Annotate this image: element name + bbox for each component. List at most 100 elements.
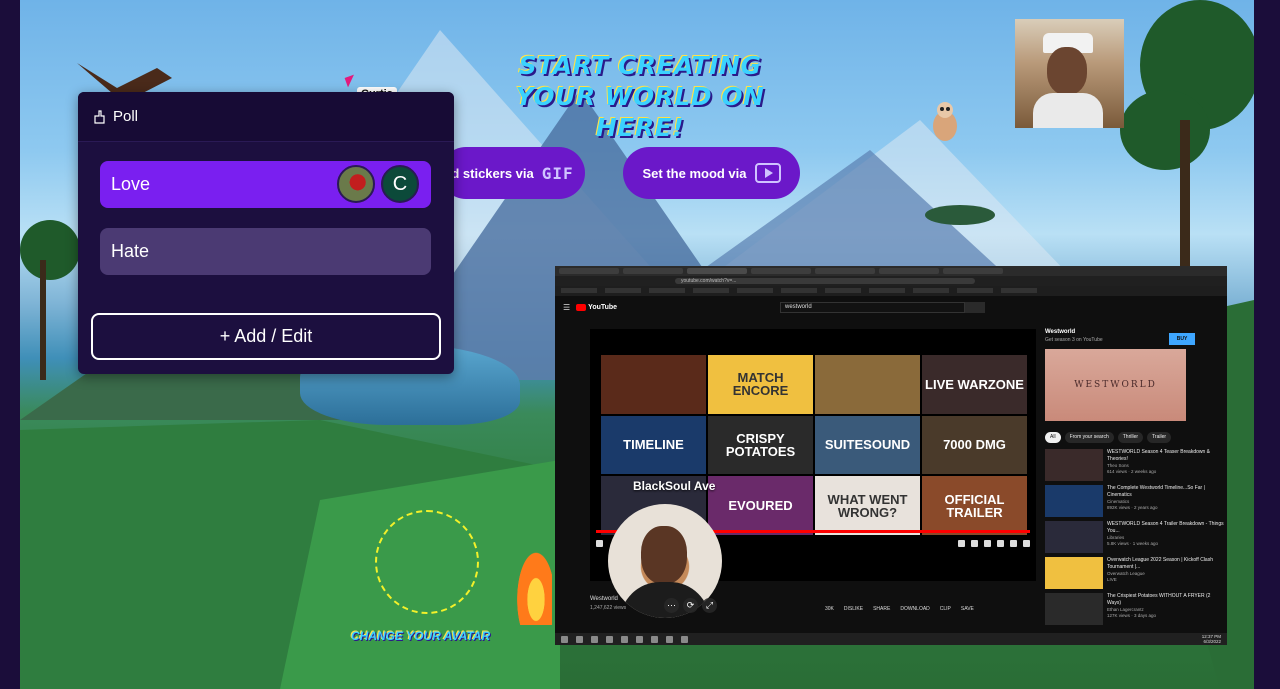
bookmark[interactable] xyxy=(693,288,729,293)
browser-url[interactable]: youtube.com/watch?v=... xyxy=(675,278,975,284)
character-sprite-icon[interactable] xyxy=(925,98,965,153)
expand-icon[interactable]: ⤢ xyxy=(702,598,717,613)
browser-urlbar[interactable]: youtube.com/watch?v=... xyxy=(555,276,1227,286)
bookmark[interactable] xyxy=(781,288,817,293)
headline: START CREATING YOUR WORLD ON HERE! xyxy=(515,51,765,142)
video-thumbnail[interactable]: TIMELINE xyxy=(601,415,706,475)
share-button[interactable]: SHARE xyxy=(873,606,890,612)
recommendation-title[interactable]: The Complete Westworld Timeline...So Far… xyxy=(1107,485,1225,499)
poll-option-love[interactable]: Love C xyxy=(100,161,431,208)
video-thumbnail[interactable] xyxy=(815,355,920,414)
bookmark[interactable] xyxy=(957,288,993,293)
chip-all[interactable]: All xyxy=(1045,432,1061,443)
chip-thriller[interactable]: Thriller xyxy=(1117,432,1144,443)
buy-button[interactable]: BUY xyxy=(1169,333,1195,345)
app-icon[interactable] xyxy=(621,635,628,643)
tree xyxy=(1120,90,1210,170)
browser-tab[interactable] xyxy=(815,268,875,274)
recommendation-title[interactable]: The Crispiest Potatoes WITHOUT A FRYER (… xyxy=(1107,593,1225,607)
recommendation-item[interactable]: Overwatch League 2022 Season | Kickoff C… xyxy=(1045,557,1225,589)
app-icon[interactable] xyxy=(651,635,658,643)
change-avatar-label[interactable]: CHANGE YOUR AVATAR xyxy=(351,629,490,643)
bookmark[interactable] xyxy=(561,288,597,293)
clip-button[interactable]: CLIP xyxy=(940,606,951,612)
like-button[interactable]: 30K xyxy=(825,606,834,612)
miniplayer-icon[interactable] xyxy=(997,539,1004,547)
chip-from-search[interactable]: From your search xyxy=(1064,432,1114,443)
bookmark[interactable] xyxy=(869,288,905,293)
app-icon[interactable] xyxy=(636,635,643,643)
chip-trailer[interactable]: Trailer xyxy=(1147,432,1172,443)
recommendation-item[interactable]: The Crispiest Potatoes WITHOUT A FRYER (… xyxy=(1045,593,1225,625)
bookmark[interactable] xyxy=(649,288,685,293)
save-button[interactable]: SAVE xyxy=(961,606,974,612)
recommendation-title[interactable]: Overwatch League 2022 Season | Kickoff C… xyxy=(1107,557,1225,571)
avatar-ring[interactable] xyxy=(375,510,479,614)
recommendation-title[interactable]: WESTWORLD Season 4 Teaser Breakdown & Th… xyxy=(1107,449,1225,463)
set-mood-button[interactable]: Set the mood via xyxy=(623,147,800,199)
recommendation-item[interactable]: WESTWORLD Season 4 Teaser Breakdown & Th… xyxy=(1045,449,1225,481)
video-thumbnail[interactable]: MATCH ENCORE xyxy=(708,355,813,414)
captions-icon[interactable] xyxy=(971,539,978,547)
campfire-icon[interactable] xyxy=(512,540,552,625)
video-thumbnail[interactable]: 7000 DMG xyxy=(922,415,1027,475)
browser-tabbar[interactable] xyxy=(555,266,1227,276)
browser-tab[interactable] xyxy=(687,268,747,274)
download-button[interactable]: DOWNLOAD xyxy=(900,606,929,612)
youtube-logo[interactable]: YouTube xyxy=(576,303,617,311)
app-icon[interactable] xyxy=(606,635,613,643)
recommendation-item[interactable]: WESTWORLD Season 4 Trailer Breakdown - T… xyxy=(1045,521,1225,553)
chrome-icon[interactable] xyxy=(681,635,688,643)
bookmark[interactable] xyxy=(605,288,641,293)
fullscreen-icon[interactable] xyxy=(1023,539,1030,547)
browser-tab[interactable] xyxy=(879,268,939,274)
autoplay-toggle[interactable] xyxy=(958,539,965,547)
recommendation-thumbnail[interactable] xyxy=(1045,449,1103,481)
poll-option-hate[interactable]: Hate xyxy=(100,228,431,275)
bookmark[interactable] xyxy=(1001,288,1037,293)
webcam-head xyxy=(641,526,687,584)
recommendation-thumbnail[interactable] xyxy=(1045,521,1103,553)
video-thumbnail[interactable]: LIVE WARZONE xyxy=(922,355,1027,414)
app-icon[interactable] xyxy=(666,635,673,643)
video-thumbnail[interactable] xyxy=(601,355,706,414)
bookmark[interactable] xyxy=(737,288,773,293)
dislike-button[interactable]: DISLIKE xyxy=(844,606,863,612)
channel-title[interactable]: Westworld xyxy=(1045,329,1225,335)
recommendation-info: Overwatch League 2022 Season | Kickoff C… xyxy=(1107,557,1225,589)
recommendation-thumbnail[interactable] xyxy=(1045,593,1103,625)
search-icon[interactable] xyxy=(965,302,985,313)
more-options-icon[interactable]: ⋯ xyxy=(664,598,679,613)
bookmark[interactable] xyxy=(913,288,949,293)
task-view-icon[interactable] xyxy=(591,635,598,643)
browser-tab[interactable] xyxy=(751,268,811,274)
settings-gear-icon[interactable] xyxy=(984,539,991,547)
theater-icon[interactable] xyxy=(1010,539,1017,547)
video-actions: 30K DISLIKE SHARE DOWNLOAD CLIP SAVE xyxy=(825,606,974,612)
video-thumbnail[interactable]: OFFICIAL TRAILER xyxy=(922,476,1027,535)
youtube-search-input[interactable]: westworld xyxy=(780,302,965,313)
poll-add-edit-button[interactable]: + Add / Edit xyxy=(91,313,441,360)
video-thumbnail[interactable]: CRISPY POTATOES xyxy=(708,415,813,475)
participant-shirt xyxy=(1033,93,1103,128)
video-thumbnail[interactable]: EVOURED xyxy=(708,476,813,535)
browser-tab[interactable] xyxy=(623,268,683,274)
video-thumbnail[interactable]: SUITESOUND xyxy=(815,415,920,475)
browser-tab[interactable] xyxy=(559,268,619,274)
search-icon[interactable] xyxy=(576,635,583,643)
camera-flip-icon[interactable]: ⟳ xyxy=(683,598,698,613)
participant-video[interactable] xyxy=(1015,19,1124,128)
recommendation-thumbnail[interactable] xyxy=(1045,485,1103,517)
windows-start-icon[interactable] xyxy=(561,635,568,643)
stickers-button[interactable]: d stickers via GIF xyxy=(440,147,585,199)
recommendation-item[interactable]: The Complete Westworld Timeline...So Far… xyxy=(1045,485,1225,517)
menu-icon[interactable]: ☰ xyxy=(563,303,570,312)
bookmark[interactable] xyxy=(825,288,861,293)
video-thumbnail[interactable]: WHAT WENT WRONG? xyxy=(815,476,920,535)
westworld-banner[interactable]: WESTWORLD xyxy=(1045,349,1186,421)
channel-subtitle: Get season 3 on YouTube xyxy=(1045,337,1103,343)
browser-tab[interactable] xyxy=(943,268,1003,274)
replay-icon[interactable] xyxy=(596,539,603,547)
recommendation-title[interactable]: WESTWORLD Season 4 Trailer Breakdown - T… xyxy=(1107,521,1225,535)
recommendation-thumbnail[interactable] xyxy=(1045,557,1103,589)
